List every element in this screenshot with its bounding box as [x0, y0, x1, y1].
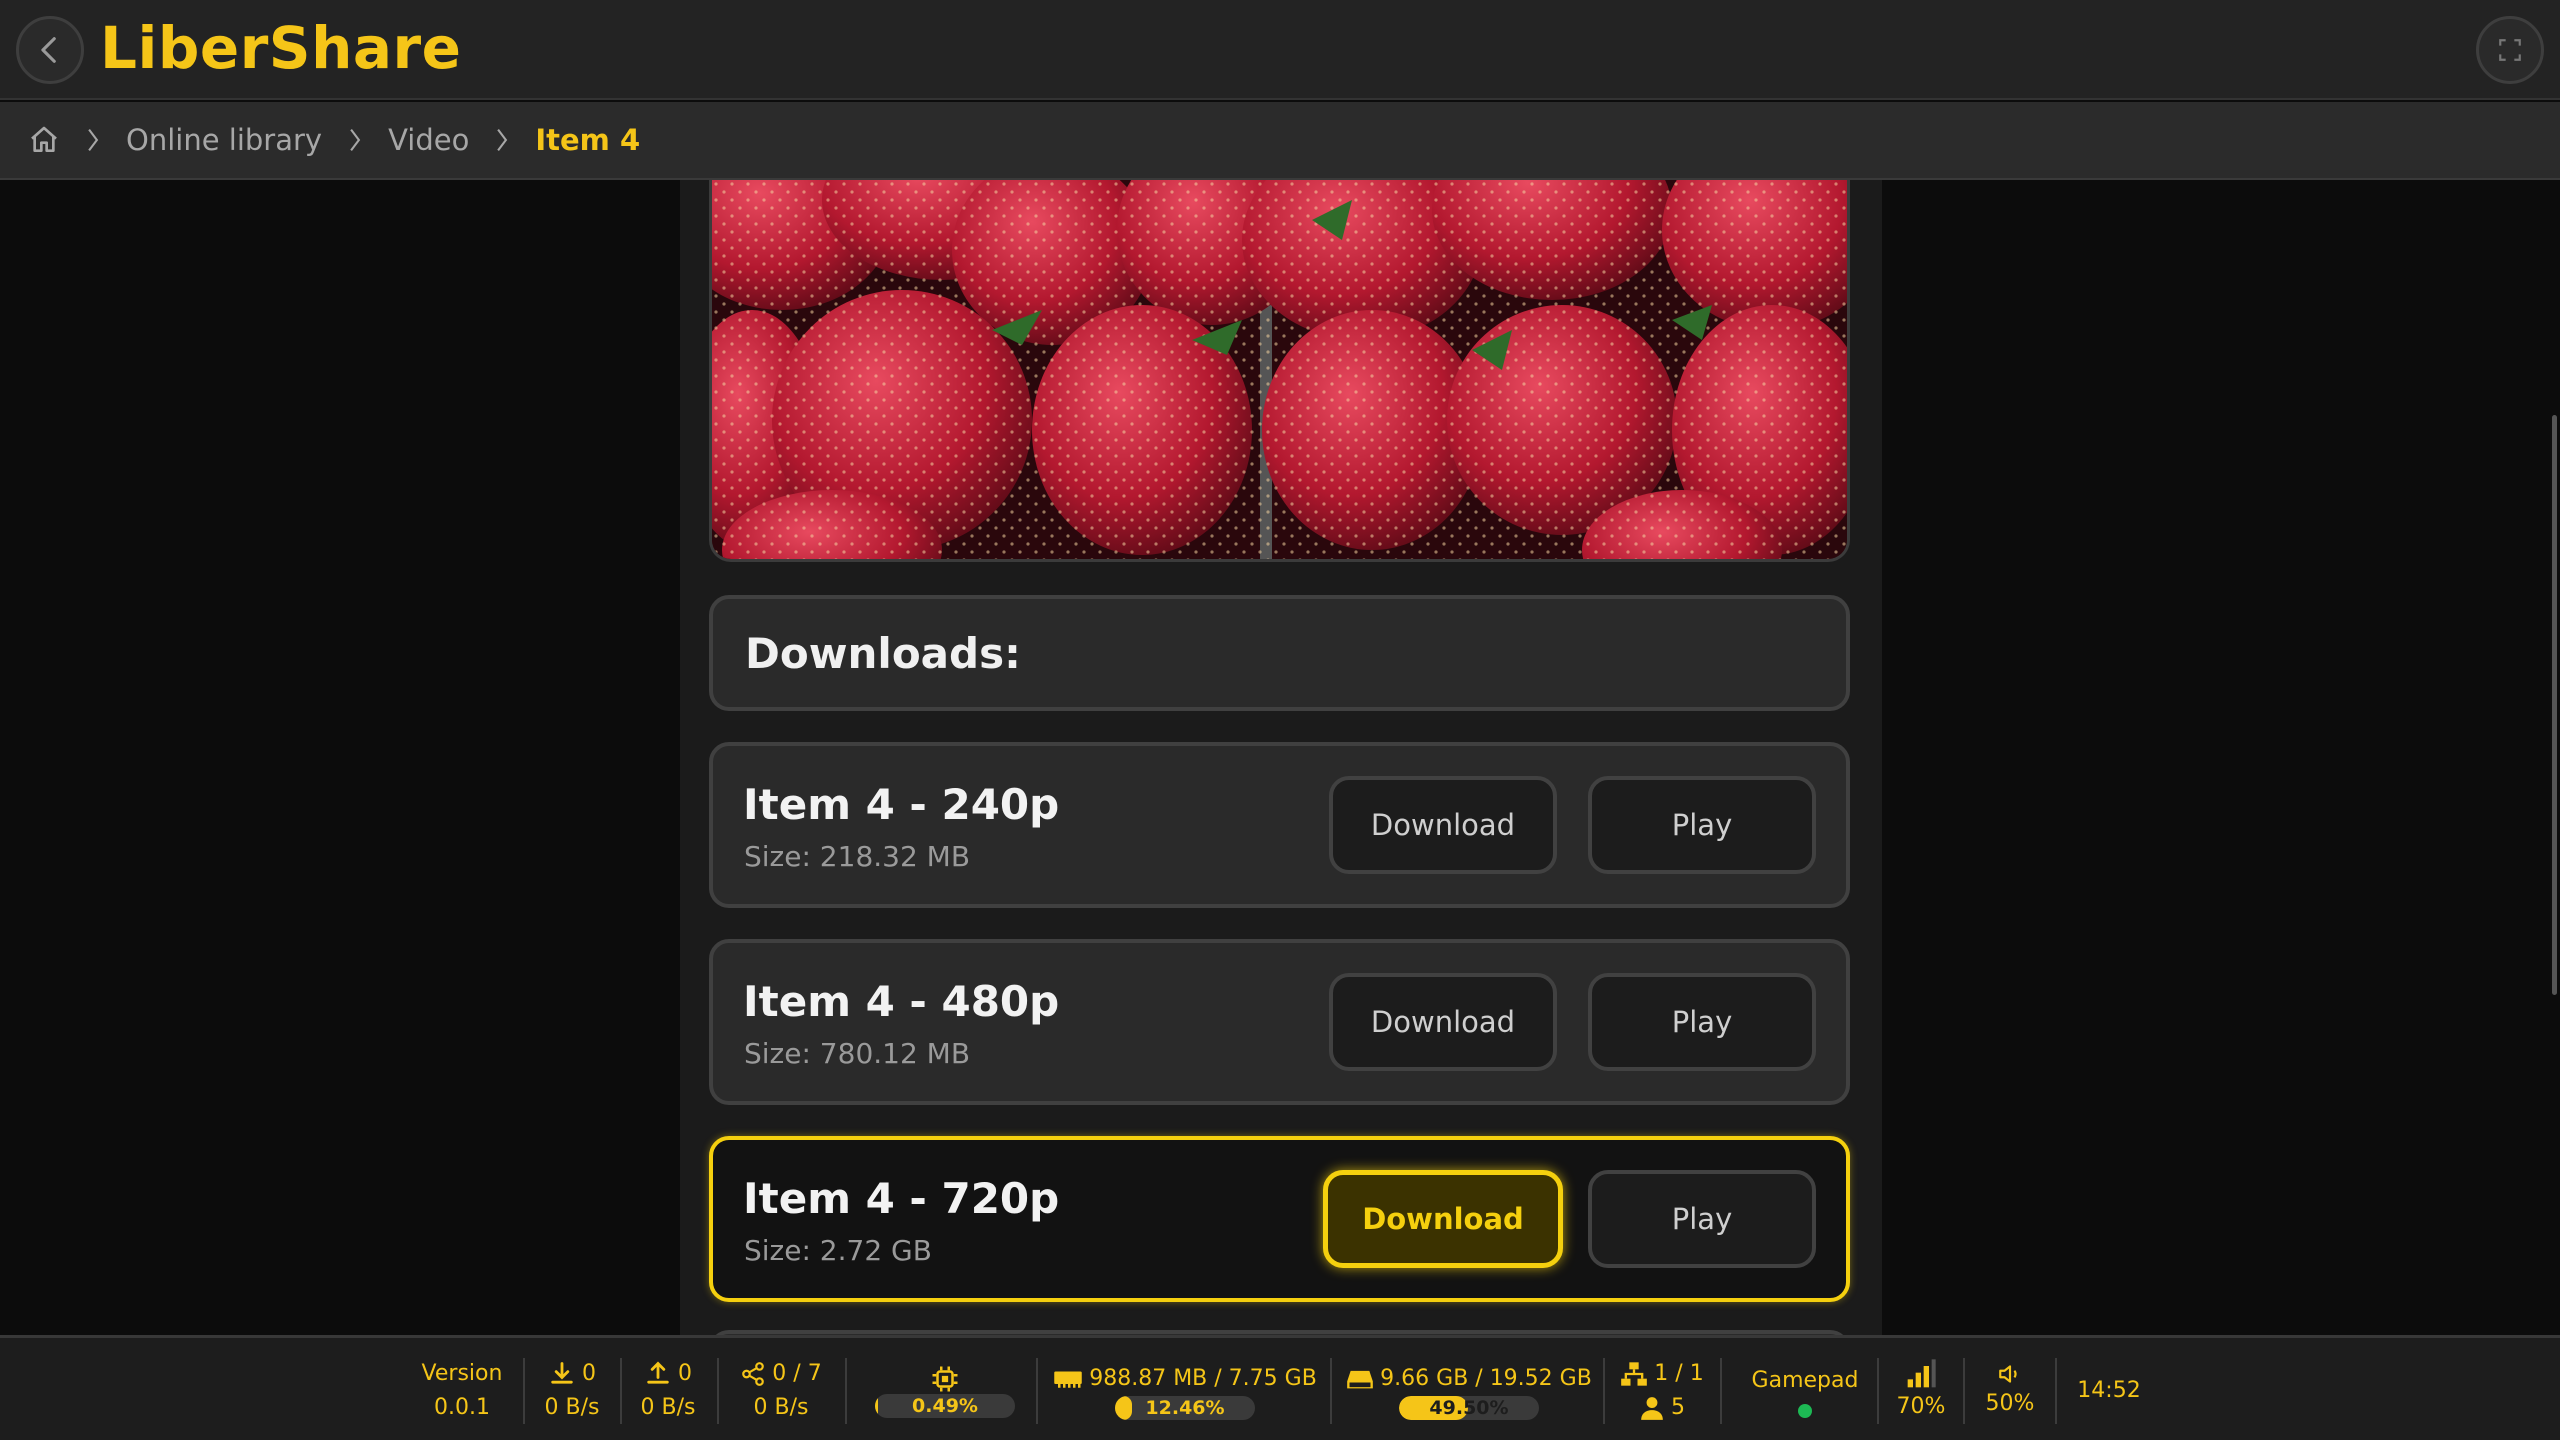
clock-time: 14:52 [2077, 1377, 2141, 1403]
signal-status: 70% [1886, 1338, 1956, 1440]
chevron-right-icon [348, 127, 362, 153]
gamepad-status: Gamepad [1730, 1338, 1880, 1440]
item-detail-panel: Downloads: Item 4 - 240p Size: 218.32 MB… [680, 180, 1882, 1335]
fullscreen-button[interactable] [2476, 16, 2544, 84]
upload-icon [647, 1361, 669, 1384]
download-item-720p: Item 4 - 720p Size: 2.72 GB Download Pla… [709, 1136, 1850, 1302]
user-icon [1641, 1396, 1663, 1420]
app-title: LiberShare [100, 14, 462, 82]
peers-count: 0 / 7 [772, 1360, 822, 1386]
chevron-left-icon [41, 37, 56, 63]
memory-icon [1054, 1371, 1082, 1388]
network-icon [1621, 1361, 1648, 1386]
peers-speed: 0 B/s [753, 1394, 809, 1420]
item-size: Size: 2.72 GB [744, 1234, 932, 1267]
ram-usage: 988.87 MB / 7.75 GB [1089, 1365, 1317, 1391]
download-button-480p[interactable]: Download [1329, 973, 1557, 1071]
upload-count: 0 [678, 1360, 692, 1386]
home-icon[interactable] [28, 124, 60, 156]
version-value: 0.0.1 [434, 1394, 490, 1420]
version-status: Version 0.0.1 [410, 1338, 514, 1440]
disk-status: 9.66 GB / 19.52 GB 49.50% [1344, 1338, 1594, 1440]
cpu-usage-bar: 0.49% [875, 1393, 1015, 1418]
downloads-header: Downloads: [709, 595, 1850, 711]
download-item-480p: Item 4 - 480p Size: 780.12 MB Download P… [709, 939, 1850, 1105]
download-item-240p: Item 4 - 240p Size: 218.32 MB Download P… [709, 742, 1850, 908]
breadcrumb-online-library[interactable]: Online library [126, 123, 322, 157]
volume-status[interactable]: 50% [1972, 1338, 2048, 1440]
play-button-480p[interactable]: Play [1588, 973, 1816, 1071]
upload-speed: 0 B/s [640, 1394, 696, 1420]
disk-percent: 49.50% [1429, 1396, 1509, 1419]
share-icon [742, 1361, 765, 1386]
play-button-240p[interactable]: Play [1588, 776, 1816, 874]
version-label: Version [421, 1360, 503, 1386]
breadcrumb-current: Item 4 [535, 123, 641, 157]
upload-status: 0 0 B/s [628, 1338, 708, 1440]
page-scrollbar[interactable] [2552, 415, 2557, 995]
signal-percent: 70% [1896, 1393, 1946, 1419]
peers-status: 0 / 7 0 B/s [726, 1338, 836, 1440]
download-button-240p[interactable]: Download [1329, 776, 1557, 874]
speaker-icon [1999, 1364, 2017, 1383]
download-count: 0 [582, 1360, 596, 1386]
hard-drive-icon [1347, 1370, 1374, 1388]
network-status: 1 / 1 5 [1612, 1338, 1712, 1440]
clock: 14:52 [2066, 1338, 2152, 1440]
signal-icon [1907, 1358, 1936, 1387]
users-count: 5 [1671, 1394, 1685, 1420]
ram-usage-bar: 12.46% [1115, 1395, 1255, 1420]
item-size: Size: 218.32 MB [744, 840, 971, 873]
breadcrumb: Online library Video Item 4 [0, 102, 2560, 180]
download-speed: 0 B/s [544, 1394, 600, 1420]
download-status: 0 0 B/s [532, 1338, 612, 1440]
status-bar: Version 0.0.1 0 0 B/s 0 0 B/s 0 / 7 0 B/… [0, 1335, 2560, 1440]
download-button-720p[interactable]: Download [1323, 1170, 1563, 1268]
item-name: Item 4 - 240p [743, 780, 1060, 829]
disk-usage: 9.66 GB / 19.52 GB [1380, 1365, 1592, 1391]
ram-status: 988.87 MB / 7.75 GB 12.46% [1050, 1338, 1320, 1440]
network-count: 1 / 1 [1654, 1360, 1704, 1386]
chevron-right-icon [86, 127, 100, 153]
fullscreen-icon [2499, 39, 2521, 61]
download-icon [551, 1361, 573, 1384]
gamepad-connected-indicator [1798, 1403, 1812, 1418]
item-name: Item 4 - 480p [743, 977, 1060, 1026]
back-button[interactable] [16, 16, 84, 84]
ram-percent: 12.46% [1145, 1396, 1225, 1419]
gamepad-label: Gamepad [1751, 1367, 1859, 1393]
item-name: Item 4 - 720p [743, 1174, 1060, 1223]
item-thumbnail [709, 180, 1850, 562]
cpu-status: 0.49% [860, 1338, 1030, 1440]
play-button-720p[interactable]: Play [1588, 1170, 1816, 1268]
disk-usage-bar: 49.50% [1399, 1395, 1539, 1420]
app-header: LiberShare [0, 0, 2560, 100]
breadcrumb-video[interactable]: Video [388, 123, 469, 157]
cpu-percent: 0.49% [912, 1394, 978, 1417]
chevron-right-icon [495, 127, 509, 153]
cpu-icon [932, 1366, 958, 1391]
item-size: Size: 780.12 MB [744, 1037, 971, 1070]
volume-percent: 50% [1985, 1390, 2035, 1416]
